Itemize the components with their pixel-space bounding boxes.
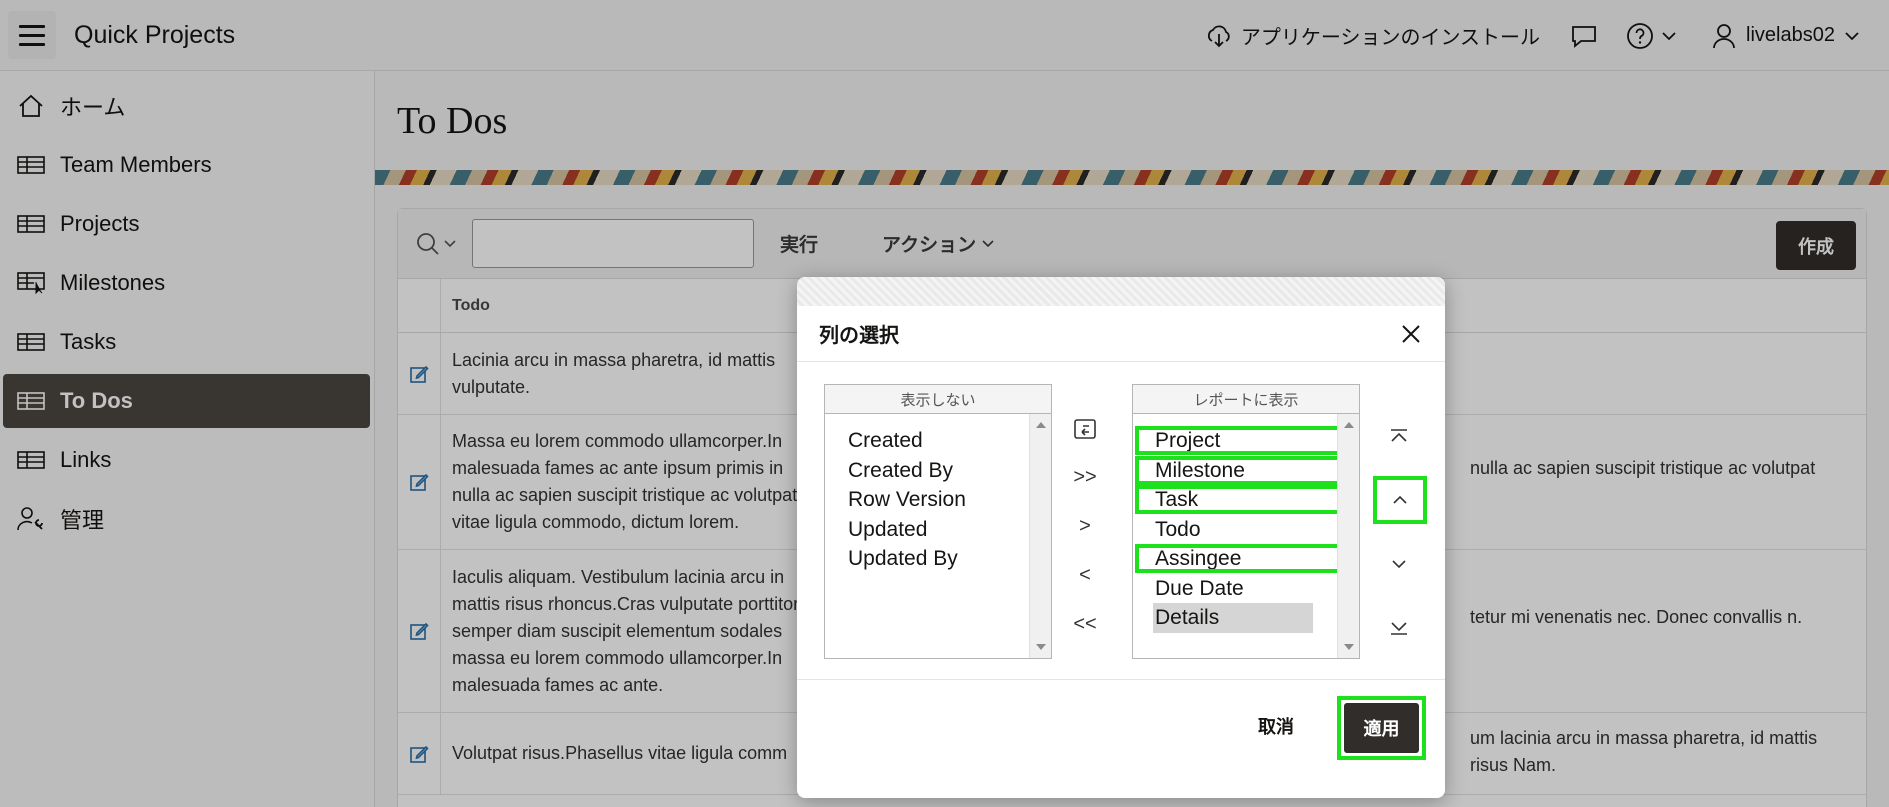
chevron-up-icon xyxy=(1393,495,1407,504)
shown-column-option[interactable]: Assingee xyxy=(1133,544,1357,574)
shown-column-option-selected[interactable]: Details xyxy=(1153,603,1313,633)
shown-columns-caption: レポートに表示 xyxy=(1133,385,1359,414)
hidden-column-option[interactable]: Created By xyxy=(825,456,1029,486)
shown-column-option[interactable]: Todo xyxy=(1133,515,1337,545)
move-bottom-button[interactable] xyxy=(1373,596,1425,660)
reset-button[interactable] xyxy=(1065,404,1105,453)
select-columns-dialog: 列の選択 表示しない Created Created By Row Versio… xyxy=(797,277,1445,798)
move-up-button[interactable] xyxy=(1373,476,1427,524)
dialog-header: 列の選択 xyxy=(797,306,1445,362)
hidden-columns-list[interactable]: 表示しない Created Created By Row Version Upd… xyxy=(824,384,1052,659)
hidden-columns-caption: 表示しない xyxy=(825,385,1051,414)
shown-column-option[interactable]: Task xyxy=(1133,485,1357,515)
apply-button-highlight: 適用 xyxy=(1337,696,1426,760)
hidden-column-option[interactable]: Updated By xyxy=(825,544,1029,574)
dialog-footer: 取消 適用 xyxy=(797,680,1445,775)
shown-columns-list[interactable]: レポートに表示 Project Milestone Task Todo Assi… xyxy=(1132,384,1360,659)
shown-column-option[interactable]: Project xyxy=(1133,426,1357,456)
cancel-button[interactable]: 取消 xyxy=(1258,713,1294,739)
apply-button[interactable]: 適用 xyxy=(1344,703,1419,753)
dialog-title: 列の選択 xyxy=(819,325,899,347)
move-right-button[interactable]: > xyxy=(1065,502,1105,551)
hidden-column-option[interactable]: Updated xyxy=(825,515,1029,545)
shuttle-control: 表示しない Created Created By Row Version Upd… xyxy=(797,362,1445,680)
dialog-texture-strip xyxy=(797,277,1445,306)
move-down-button[interactable] xyxy=(1373,532,1425,596)
move-all-left-button[interactable]: << xyxy=(1065,600,1105,649)
move-all-right-button[interactable]: >> xyxy=(1065,453,1105,502)
close-dialog-button[interactable] xyxy=(1397,320,1425,348)
order-buttons xyxy=(1373,404,1427,660)
shown-column-option[interactable]: Due Date xyxy=(1133,574,1337,604)
close-icon xyxy=(1402,325,1420,343)
move-top-icon xyxy=(1391,429,1407,442)
move-left-button[interactable]: < xyxy=(1065,551,1105,600)
chevron-down-icon xyxy=(1392,560,1406,569)
hidden-column-option[interactable]: Created xyxy=(825,426,1029,456)
shuttle-move-buttons: >> > < << xyxy=(1065,404,1105,649)
move-top-button[interactable] xyxy=(1373,404,1425,468)
move-bottom-icon xyxy=(1391,622,1407,635)
reset-icon xyxy=(1074,418,1096,439)
list-scrollbar[interactable] xyxy=(1029,414,1051,658)
hidden-column-option[interactable]: Row Version xyxy=(825,485,1029,515)
shown-column-option[interactable]: Milestone xyxy=(1133,455,1357,486)
list-scrollbar[interactable] xyxy=(1337,414,1359,658)
